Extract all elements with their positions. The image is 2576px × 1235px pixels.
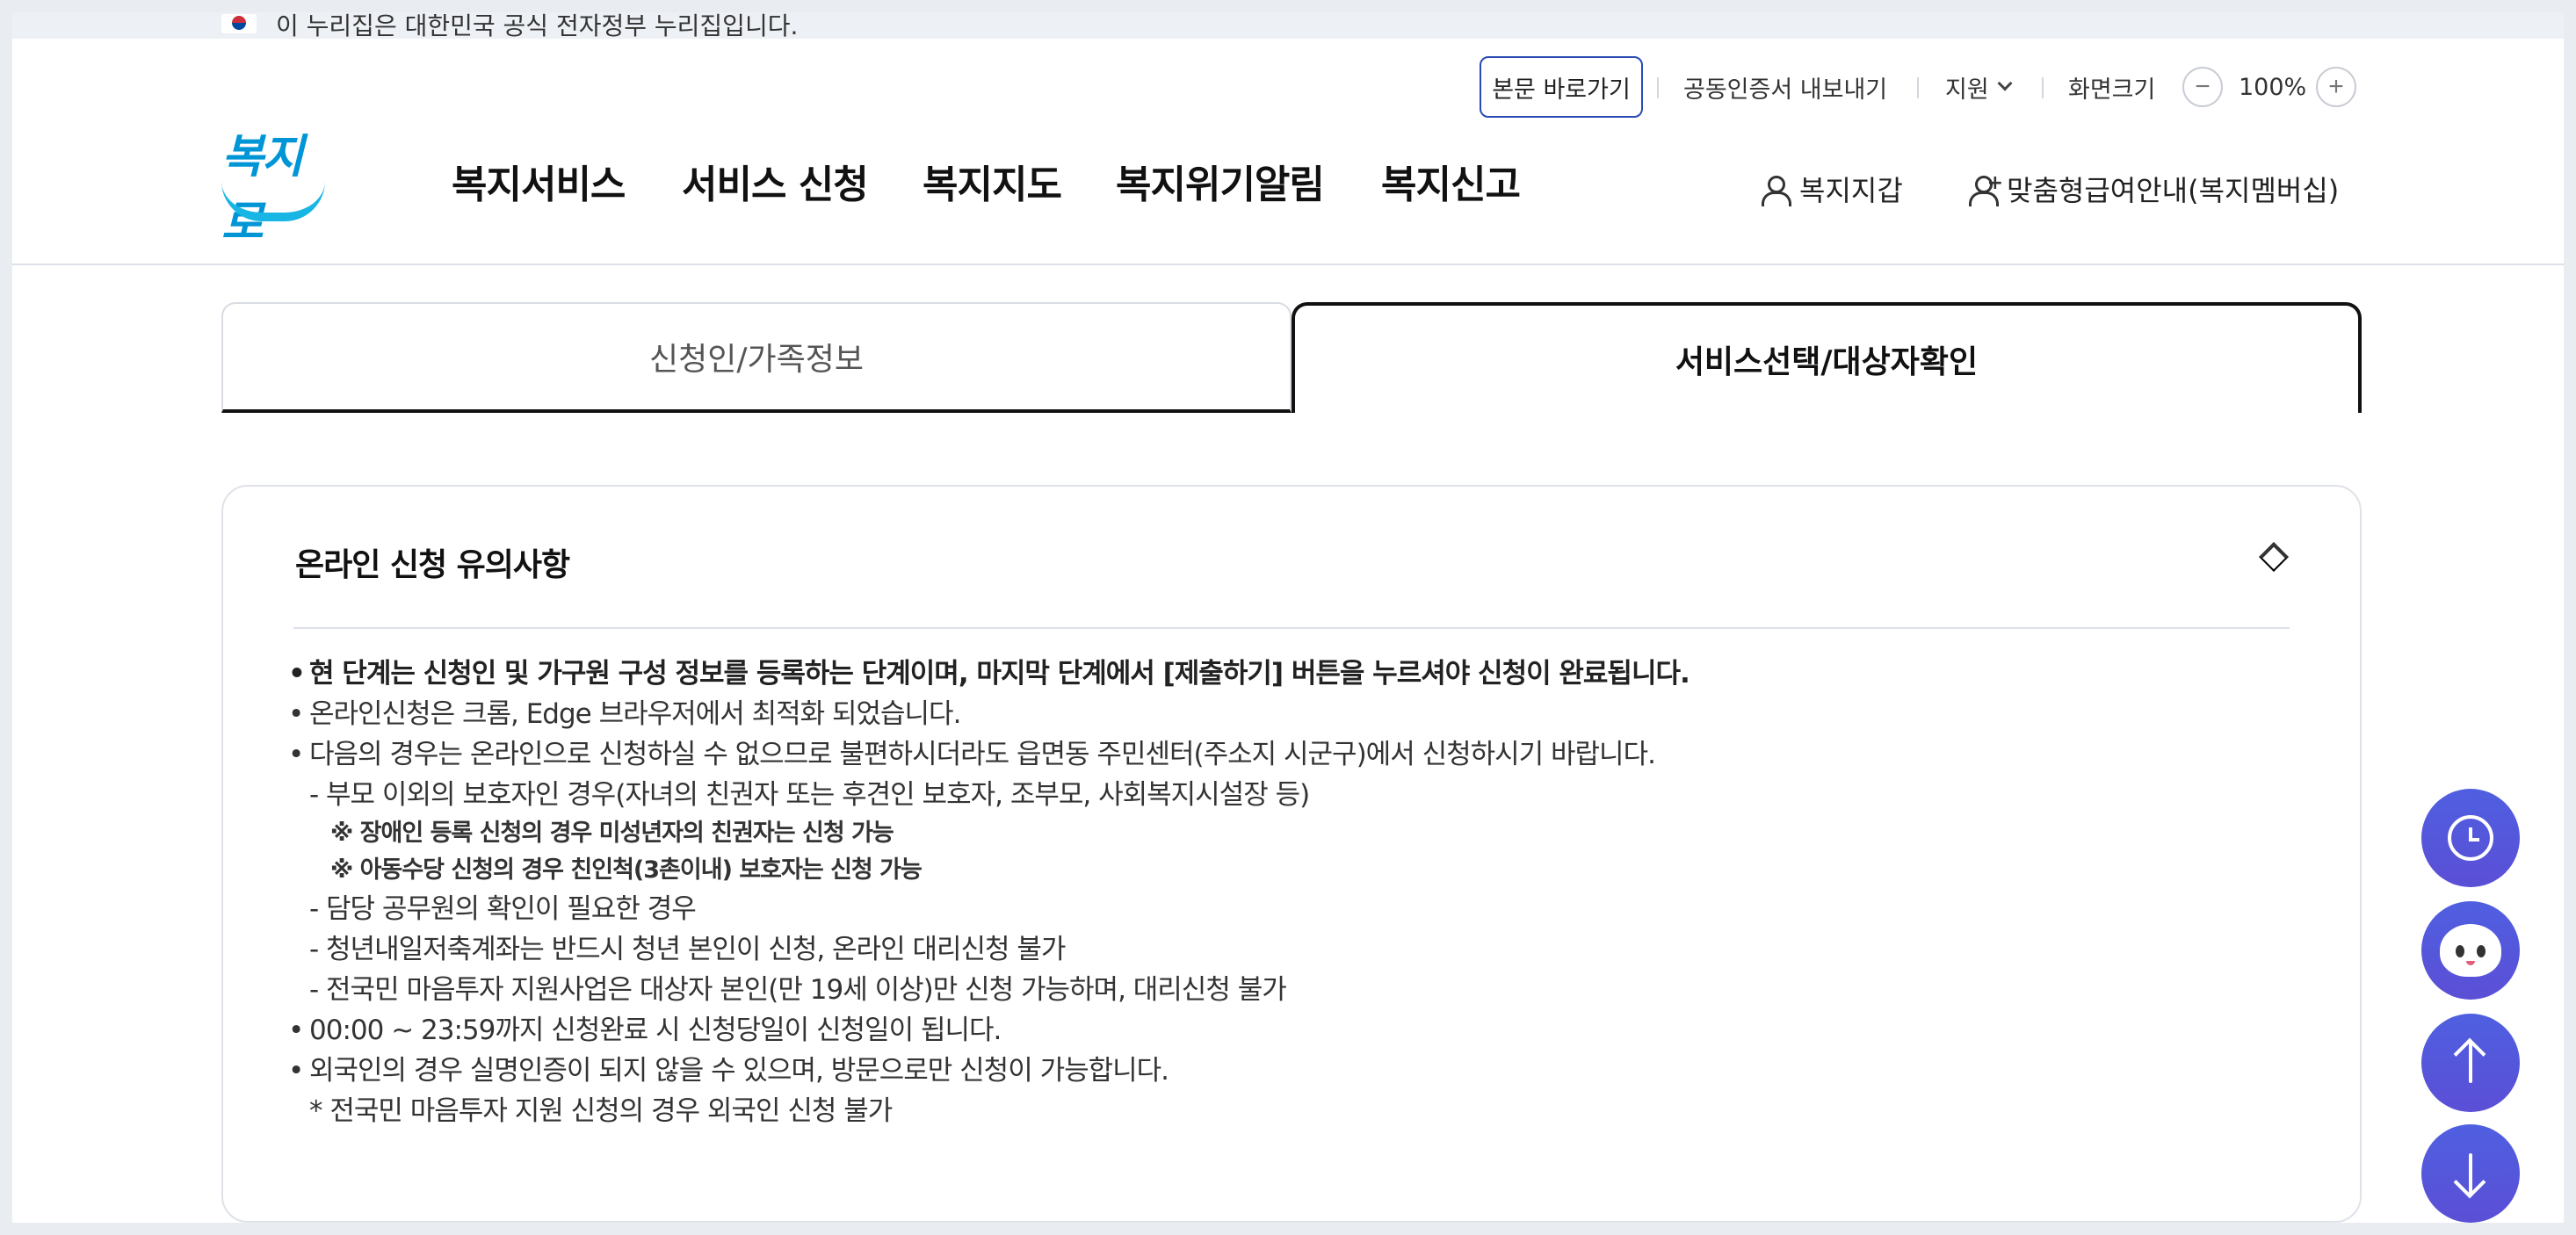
- list-subitem: - 담당 공무원의 확인이 필요한 경우: [309, 893, 697, 925]
- online-apply-notice-card: 온라인 신청 유의사항 • 현 단계는 신청인 및 가구원 구성 정보를 등록하는…: [221, 485, 2362, 1223]
- support-label: 지원: [1945, 76, 1989, 104]
- list-note: ※ 장애인 등록 신청의 경우 미성년자의 친권자는 신청 가능: [330, 820, 894, 847]
- list-item: • 다음의 경우는 온라인으로 신청하실 수 없으므로 불편하시더라도 읍면동 주…: [288, 739, 1656, 770]
- membership-label: 맞춤형급여안내(복지멤버십): [2007, 174, 2340, 207]
- list-subitem: - 청년내일저축계좌는 반드시 청년 본인이 신청, 온라인 대리신청 불가: [309, 934, 1066, 965]
- tab-service-select[interactable]: 서비스선택/대상자확인: [1292, 302, 2362, 413]
- notice-list: • 현 단계는 신청인 및 가구원 구성 정보를 등록하는 단계이며, 마지막 단…: [288, 654, 2309, 1131]
- plus-icon: +: [2328, 72, 2344, 101]
- nav-service-apply[interactable]: 서비스 신청: [682, 153, 869, 209]
- skip-to-content-link[interactable]: 본문 바로가기: [1480, 56, 1643, 118]
- list-item: • 00:00 ~ 23:59까지 신청완료 시 신청당일이 신청일이 됩니다.: [288, 1015, 1002, 1046]
- minus-icon: −: [2195, 72, 2211, 101]
- notice-divider: [293, 627, 2290, 629]
- user-icon: [1761, 174, 1791, 206]
- page-frame: 이 누리집은 대한민국 공식 전자정부 누리집입니다. 본문 바로가기 공동인증…: [12, 12, 2564, 1223]
- arrow-down-icon: [2469, 1153, 2472, 1194]
- nav-welfare-report[interactable]: 복지신고: [1381, 153, 1521, 209]
- gov-banner-text: 이 누리집은 대한민국 공식 전자정부 누리집입니다.: [276, 12, 799, 40]
- gov-banner: 이 누리집은 대한민국 공식 전자정부 누리집입니다.: [12, 12, 2564, 40]
- chatbot-icon: [2440, 924, 2501, 977]
- scroll-top-button[interactable]: [2421, 1014, 2520, 1112]
- divider: [1917, 77, 1919, 98]
- utility-bar: 본문 바로가기 공동인증서 내보내기 지원 화면크기 − 100% +: [12, 56, 2564, 118]
- zoom-in-button[interactable]: +: [2316, 67, 2356, 107]
- list-item: • 온라인신청은 크롬, Edge 브라우저에서 최적화 되었습니다.: [288, 698, 961, 730]
- welfare-wallet-label: 복지지갑: [1799, 174, 1903, 207]
- recent-history-button[interactable]: [2421, 789, 2520, 887]
- chevron-up-icon[interactable]: [2259, 542, 2289, 572]
- support-menu[interactable]: 지원: [1945, 56, 2013, 118]
- notice-title: 온라인 신청 유의사항: [295, 547, 570, 583]
- scroll-bottom-button[interactable]: [2421, 1124, 2520, 1223]
- divider: [2042, 77, 2044, 98]
- list-item: • 외국인의 경우 실명인증이 되지 않을 수 있으며, 방문으로만 신청이 가능…: [288, 1055, 1169, 1087]
- list-note: ※ 아동수당 신청의 경우 친인척(3촌이내) 보호자는 신청 가능: [330, 856, 923, 884]
- header-divider: [12, 264, 2564, 265]
- korea-flag-icon: [221, 14, 257, 33]
- tab-applicant-family[interactable]: 신청인/가족정보: [221, 302, 1292, 413]
- zoom-out-button[interactable]: −: [2182, 67, 2223, 107]
- list-subitem: * 전국민 마음투자 지원 신청의 경우 외국인 신청 불가: [309, 1095, 893, 1127]
- list-subitem: - 전국민 마음투자 지원사업은 대상자 본인(만 19세 이상)만 신청 가능…: [309, 974, 1287, 1006]
- arrow-up-icon: [2469, 1043, 2472, 1083]
- cert-export-link[interactable]: 공동인증서 내보내기: [1683, 56, 1887, 118]
- list-subitem: - 부모 이외의 보호자인 경우(자녀의 친권자 또는 후견인 보호자, 조부모…: [309, 779, 1310, 811]
- list-item: • 현 단계는 신청인 및 가구원 구성 정보를 등록하는 단계이며, 마지막 단…: [288, 658, 1690, 690]
- nav-welfare-map[interactable]: 복지지도: [923, 153, 1062, 209]
- zoom-value: 100%: [2239, 73, 2307, 101]
- nav-welfare-services[interactable]: 복지서비스: [452, 153, 626, 209]
- nav-crisis-alert[interactable]: 복지위기알림: [1116, 153, 1325, 209]
- divider: [1657, 77, 1659, 98]
- history-icon: [2448, 815, 2493, 861]
- chevron-down-icon: [1997, 76, 2013, 91]
- zoom-label: 화면크기: [2068, 76, 2156, 104]
- user-add-icon: +: [1968, 172, 2003, 206]
- bokjiro-logo[interactable]: 복지로: [220, 119, 334, 249]
- welfare-wallet-link[interactable]: 복지지갑: [1761, 169, 1903, 209]
- chatbot-button[interactable]: [2421, 901, 2520, 1000]
- membership-link[interactable]: + 맞춤형급여안내(복지멤버십): [1968, 169, 2339, 209]
